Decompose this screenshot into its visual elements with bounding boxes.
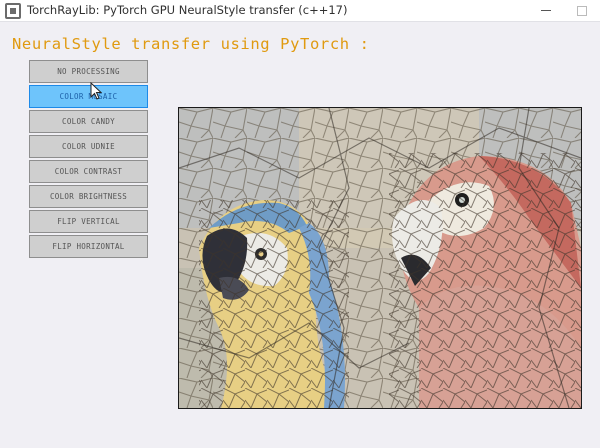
no-processing-button[interactable]: NO PROCESSING	[29, 60, 148, 83]
color-udnie-button[interactable]: COLOR UDNIE	[29, 135, 148, 158]
maximize-button[interactable]	[564, 0, 600, 22]
processing-menu: NO PROCESSING COLOR MOSAIC COLOR CANDY C…	[29, 60, 148, 260]
color-candy-button[interactable]: COLOR CANDY	[29, 110, 148, 133]
color-mosaic-button[interactable]: COLOR MOSAIC	[29, 85, 148, 108]
color-contrast-button[interactable]: COLOR CONTRAST	[29, 160, 148, 183]
styled-image-canvas[interactable]	[178, 107, 582, 409]
mosaic-parrots-image	[179, 108, 581, 408]
mouse-cursor-icon	[90, 82, 102, 100]
page-title: NeuralStyle transfer using PyTorch :	[12, 35, 370, 53]
app-window-icon	[5, 3, 21, 19]
window-titlebar[interactable]: TorchRayLib: PyTorch GPU NeuralStyle tra…	[0, 0, 600, 22]
window-title: TorchRayLib: PyTorch GPU NeuralStyle tra…	[27, 3, 348, 17]
flip-vertical-button[interactable]: FLIP VERTICAL	[29, 210, 148, 233]
color-brightness-button[interactable]: COLOR BRIGHTNESS	[29, 185, 148, 208]
minimize-button[interactable]	[528, 0, 564, 22]
flip-horizontal-button[interactable]: FLIP HORIZONTAL	[29, 235, 148, 258]
